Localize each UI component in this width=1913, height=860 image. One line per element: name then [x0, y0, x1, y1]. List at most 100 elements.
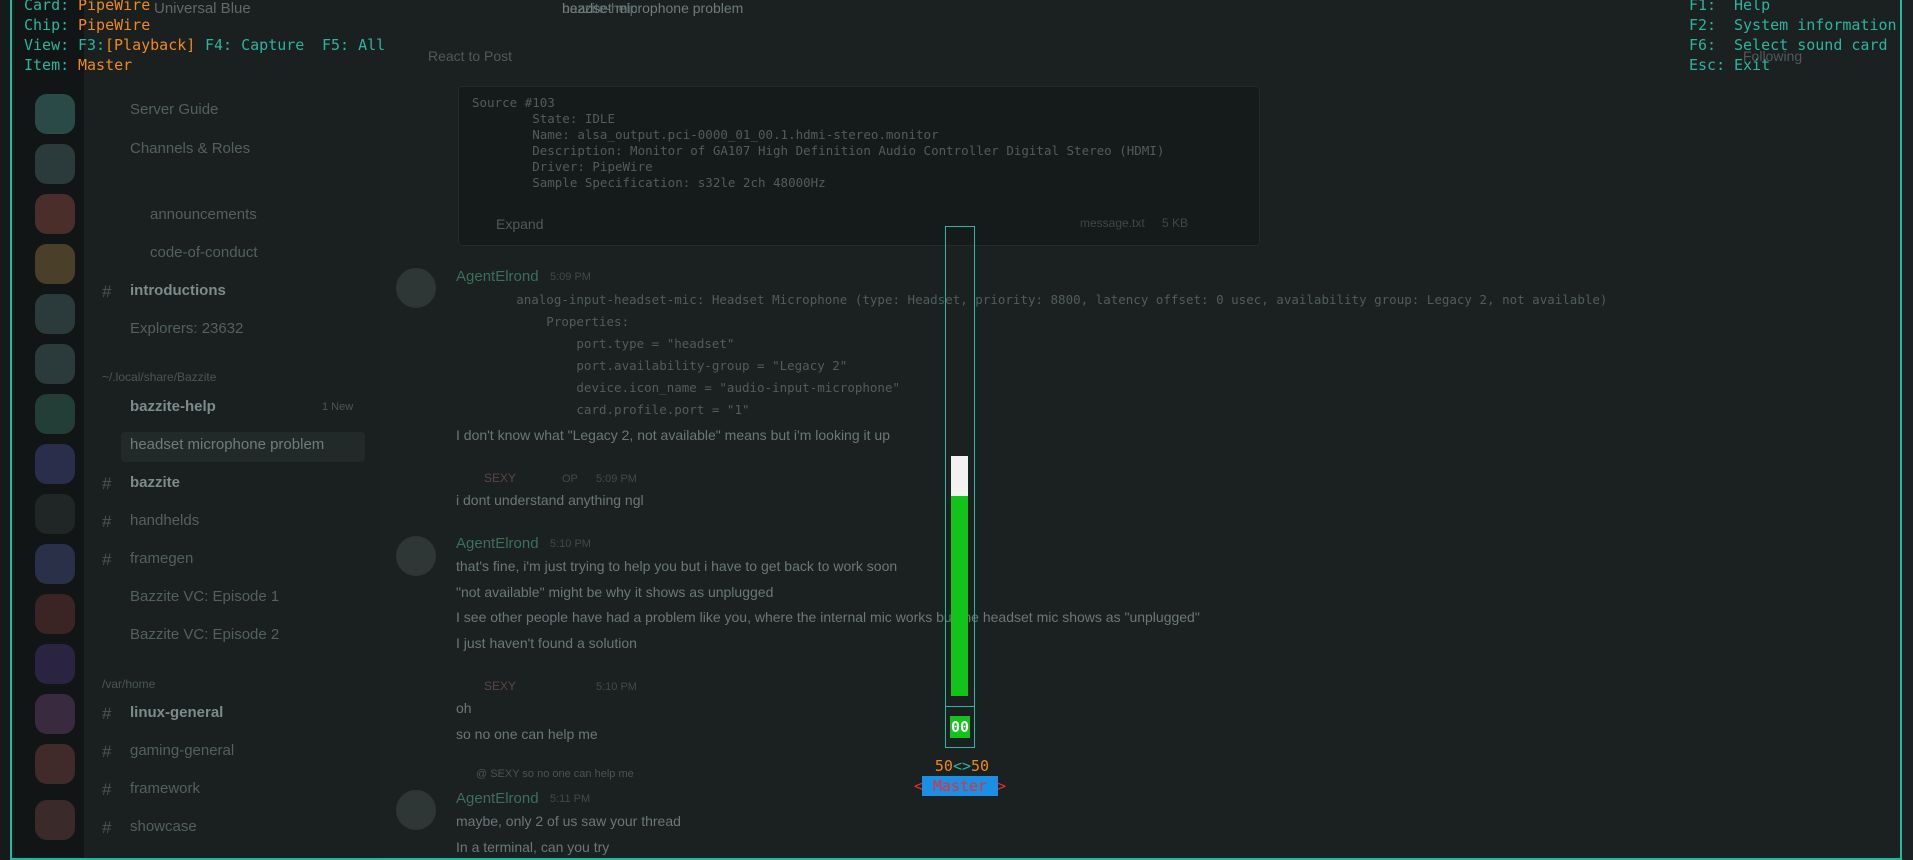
- code-line: card.profile.port = "1": [456, 402, 750, 417]
- view-capture-tab[interactable]: F4: Capture: [205, 35, 304, 55]
- item-label: Item:: [24, 56, 70, 74]
- message-author[interactable]: SEXY: [484, 471, 516, 485]
- level-right: 50: [971, 757, 990, 775]
- message-text: "not available" might be why it shows as…: [456, 584, 774, 600]
- server-icon[interactable]: [35, 594, 75, 634]
- volume-level-bar: [951, 496, 968, 696]
- channel-item[interactable]: bazzite-help: [130, 398, 216, 415]
- code-line: Driver: PipeWire: [472, 159, 653, 174]
- thread-title[interactable]: headset microphone problem: [562, 0, 743, 16]
- terminal-border-left: [10, 0, 12, 860]
- channel-item[interactable]: showcase: [130, 818, 197, 835]
- select-card-action: Select sound card: [1734, 36, 1888, 54]
- message-text: I don't know what "Legacy 2, not availab…: [456, 427, 890, 443]
- channel-item[interactable]: bazzite: [130, 474, 180, 491]
- server-icon[interactable]: [35, 544, 75, 584]
- channel-item[interactable]: framegen: [130, 550, 193, 567]
- help-action: Help: [1734, 0, 1771, 14]
- file-size: 5 KB: [1162, 216, 1189, 230]
- chip-label: Chip:: [24, 16, 70, 34]
- message-author[interactable]: SEXY: [484, 679, 516, 693]
- level-separator: <>: [952, 757, 972, 775]
- message-author[interactable]: AgentElrond: [456, 268, 539, 285]
- item-value: Master: [78, 56, 133, 74]
- hash-icon: #: [102, 818, 112, 837]
- reply-reference[interactable]: @ SEXY so no one can help me: [476, 768, 634, 780]
- sysinfo-key[interactable]: F2:: [1689, 15, 1716, 35]
- channel-item[interactable]: framework: [130, 780, 200, 797]
- fader-separator: [945, 706, 975, 707]
- exit-key[interactable]: Esc:: [1689, 55, 1725, 75]
- view-all-tab[interactable]: F5: All: [322, 35, 385, 55]
- avatar[interactable]: [396, 268, 436, 308]
- server-icon[interactable]: [35, 144, 75, 184]
- message-text: oh: [456, 700, 472, 716]
- message-author[interactable]: AgentElrond: [456, 790, 539, 807]
- hash-icon: #: [102, 282, 112, 301]
- new-badge: 1 New: [322, 401, 354, 413]
- server-icon[interactable]: [35, 244, 75, 284]
- channel-item[interactable]: linux-general: [130, 704, 223, 721]
- message-text: so no one can help me: [456, 726, 598, 742]
- hash-icon: #: [102, 474, 112, 493]
- react-button[interactable]: React to Post: [428, 48, 512, 64]
- channel-list: Universal Blue Server Guide Channels & R…: [84, 0, 380, 860]
- server-rail: [14, 0, 84, 860]
- channel-item[interactable]: Channels & Roles: [130, 140, 250, 157]
- volume-peak: [951, 456, 968, 496]
- hash-icon: #: [102, 512, 112, 531]
- message-text: maybe, only 2 of us saw your thread: [456, 813, 681, 829]
- control-name-selected[interactable]: Master: [922, 776, 998, 796]
- server-icon[interactable]: [35, 800, 75, 840]
- sysinfo-action: System information: [1734, 16, 1897, 34]
- channel-item[interactable]: code-of-conduct: [150, 244, 258, 261]
- message-text: I see other people have had a problem li…: [456, 609, 1200, 625]
- code-line: port.availability-group = "Legacy 2": [456, 358, 848, 373]
- server-icon[interactable]: [35, 344, 75, 384]
- channel-item[interactable]: Server Guide: [130, 101, 218, 118]
- channel-category[interactable]: ~/.local/share/Bazzite: [102, 370, 216, 384]
- op-tag: OP: [562, 473, 578, 485]
- server-icon[interactable]: [35, 444, 75, 484]
- channel-item[interactable]: introductions: [130, 282, 226, 299]
- thread-item[interactable]: headset microphone problem: [130, 436, 324, 453]
- select-card-key[interactable]: F6:: [1689, 35, 1716, 55]
- server-icon[interactable]: [35, 394, 75, 434]
- view-playback-tab[interactable]: [Playback]: [105, 35, 195, 55]
- channel-item[interactable]: Bazzite VC: Episode 1: [130, 588, 279, 605]
- channel-item[interactable]: announcements: [150, 206, 257, 223]
- server-icon[interactable]: [35, 644, 75, 684]
- server-icon[interactable]: [35, 744, 75, 784]
- control-bracket-right: >: [997, 777, 1007, 795]
- server-icon[interactable]: [35, 694, 75, 734]
- channel-item[interactable]: gaming-general: [130, 742, 234, 759]
- help-key[interactable]: F1:: [1689, 0, 1716, 15]
- view-f3-key[interactable]: F3:: [78, 35, 105, 55]
- expand-button[interactable]: Expand: [496, 216, 543, 232]
- message-time: 5:10 PM: [596, 681, 637, 693]
- server-icon[interactable]: [35, 494, 75, 534]
- channel-item[interactable]: Bazzite VC: Episode 2: [130, 626, 279, 643]
- message-text: In a terminal, can you try: [456, 839, 610, 855]
- code-line: Description: Monitor of GA107 High Defin…: [472, 143, 1165, 158]
- mute-toggle[interactable]: 00: [950, 716, 970, 738]
- file-name[interactable]: message.txt: [1080, 216, 1145, 230]
- channel-item[interactable]: Explorers: 23632: [130, 320, 243, 337]
- hash-icon: #: [102, 704, 112, 723]
- server-icon[interactable]: [35, 194, 75, 234]
- server-title[interactable]: Universal Blue: [154, 0, 251, 17]
- code-line: Source #103: [472, 95, 555, 110]
- message-time: 5:09 PM: [596, 473, 637, 485]
- view-label: View:: [24, 36, 70, 54]
- channel-category[interactable]: /var/home: [102, 677, 155, 691]
- chip-value: PipeWire: [78, 16, 151, 34]
- message-author[interactable]: AgentElrond: [456, 535, 539, 552]
- hash-icon: #: [102, 780, 112, 799]
- channel-item[interactable]: handhelds: [130, 512, 199, 529]
- server-icon[interactable]: [35, 294, 75, 334]
- server-icon[interactable]: [35, 94, 75, 134]
- volume-level-readout: 50<>50: [932, 756, 992, 776]
- avatar[interactable]: [396, 536, 436, 576]
- avatar[interactable]: [396, 790, 436, 830]
- message-time: 5:09 PM: [550, 271, 591, 283]
